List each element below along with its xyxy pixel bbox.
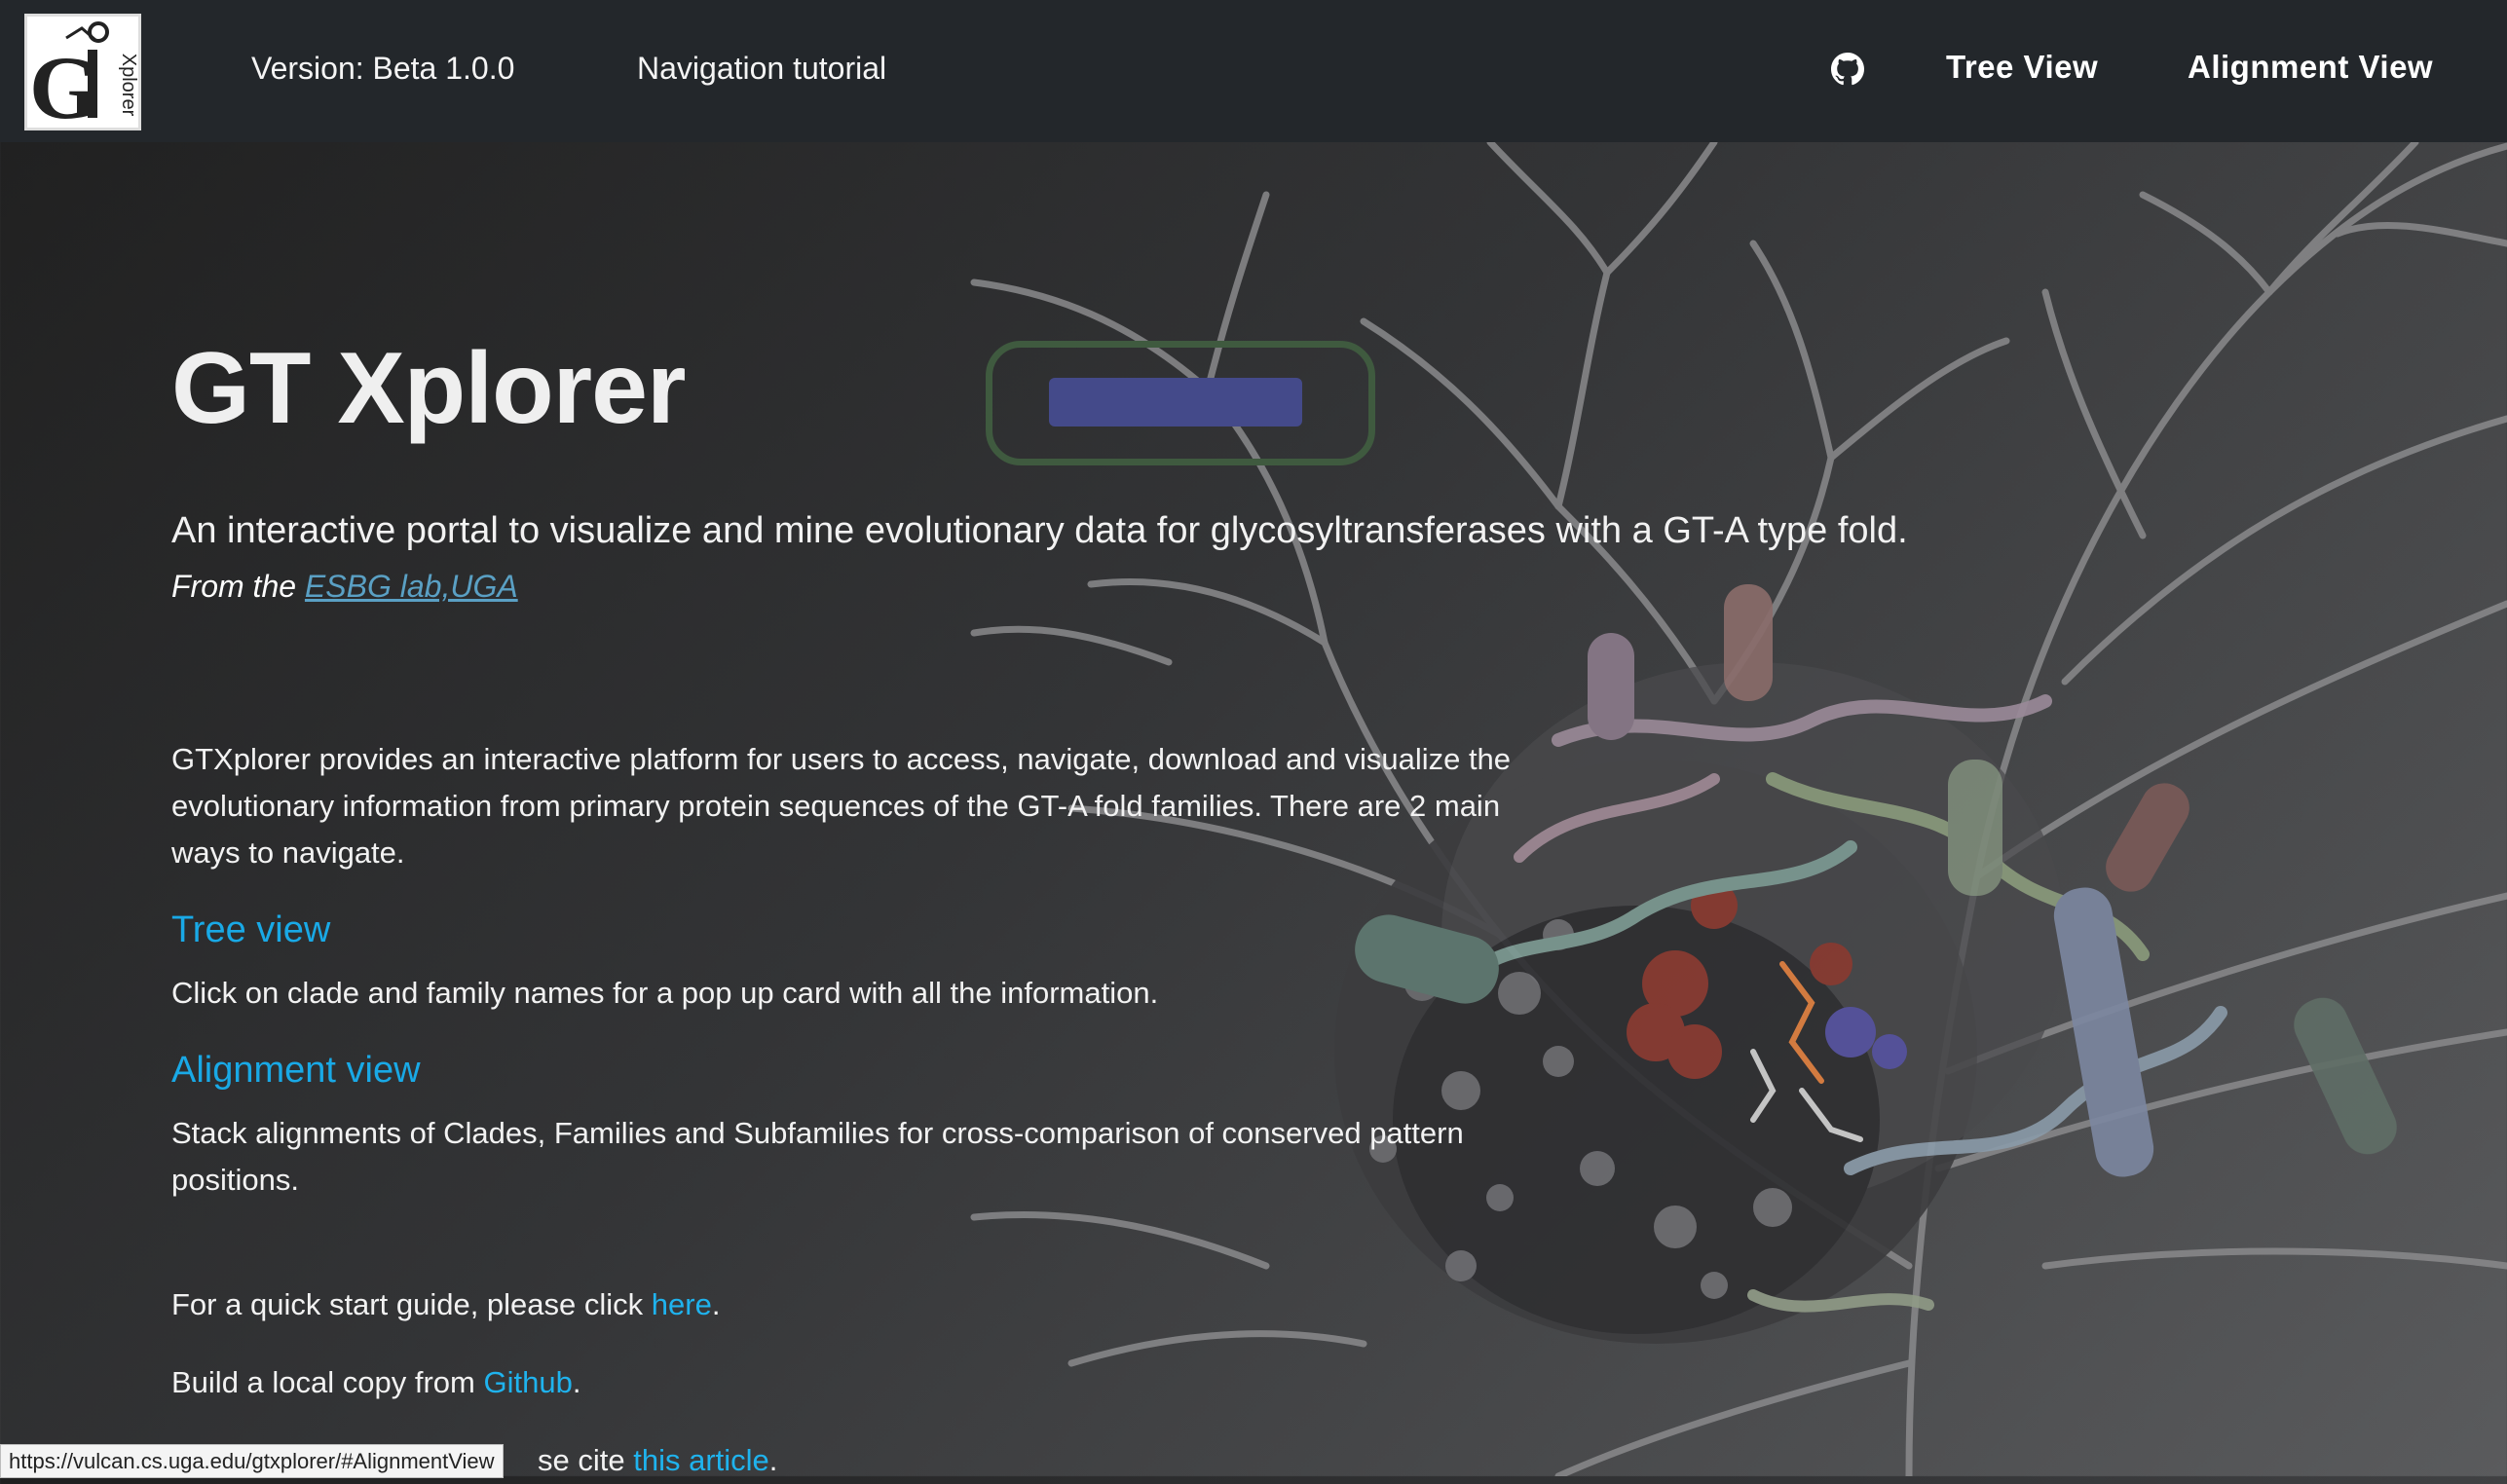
alignment-view-heading[interactable]: Alignment view (171, 1050, 421, 1092)
alignment-line: Stack alignments of Clades, Families and… (171, 1116, 1464, 1150)
intro-paragraph: GTXplorer provides an interactive platfo… (171, 736, 1511, 876)
local-copy-line: Build a local copy from Github. (171, 1359, 580, 1406)
gtxplorer-logo[interactable]: G Xplorer (24, 14, 141, 137)
esbg-lab-link[interactable]: ESBG lab,UGA (305, 569, 518, 604)
citation-prefix: se cite (538, 1443, 634, 1477)
attribution-prefix: From the (171, 569, 305, 604)
alignment-view-link[interactable]: Alignment View (2188, 49, 2433, 86)
svg-text:Xplorer: Xplorer (118, 54, 138, 117)
citation-article-link[interactable]: this article (633, 1443, 769, 1477)
page-title: GT Xplorer (171, 332, 686, 445)
github-icon[interactable] (1831, 53, 1864, 86)
browser-status-url: https://vulcan.cs.uga.edu/gtxplorer/#Ali… (0, 1444, 504, 1478)
quick-start-prefix: For a quick start guide, please click (171, 1287, 652, 1321)
intro-line: ways to navigate. (171, 835, 405, 870)
citation-line: se cite this article. (538, 1437, 777, 1484)
github-link[interactable]: Github (483, 1365, 572, 1399)
alignment-view-description: Stack alignments of Clades, Families and… (171, 1110, 1464, 1204)
top-navbar: G Xplorer Version: Beta 1.0.0 Navigation… (0, 0, 2507, 142)
quick-start-suffix: . (711, 1287, 721, 1321)
citation-suffix: . (768, 1443, 778, 1477)
quick-start-link[interactable]: here (652, 1287, 712, 1321)
page-subtitle: An interactive portal to visualize and m… (171, 510, 1908, 551)
tree-view-heading[interactable]: Tree view (171, 909, 330, 951)
tree-view-description: Click on clade and family names for a po… (171, 976, 1159, 1010)
tree-view-link[interactable]: Tree View (1946, 49, 2098, 86)
intro-line: GTXplorer provides an interactive platfo… (171, 742, 1512, 776)
intro-line: evolutionary information from primary pr… (171, 789, 1501, 823)
navigation-tutorial-link[interactable]: Navigation tutorial (637, 51, 886, 87)
quick-start-line: For a quick start guide, please click he… (171, 1281, 720, 1328)
local-copy-suffix: . (572, 1365, 581, 1399)
lab-attribution: From the ESBG lab,UGA (171, 569, 518, 605)
theme-toggle-bar[interactable] (1049, 378, 1302, 427)
local-copy-prefix: Build a local copy from (171, 1365, 484, 1399)
alignment-line: positions. (171, 1163, 299, 1197)
version-label: Version: Beta 1.0.0 (251, 51, 515, 86)
